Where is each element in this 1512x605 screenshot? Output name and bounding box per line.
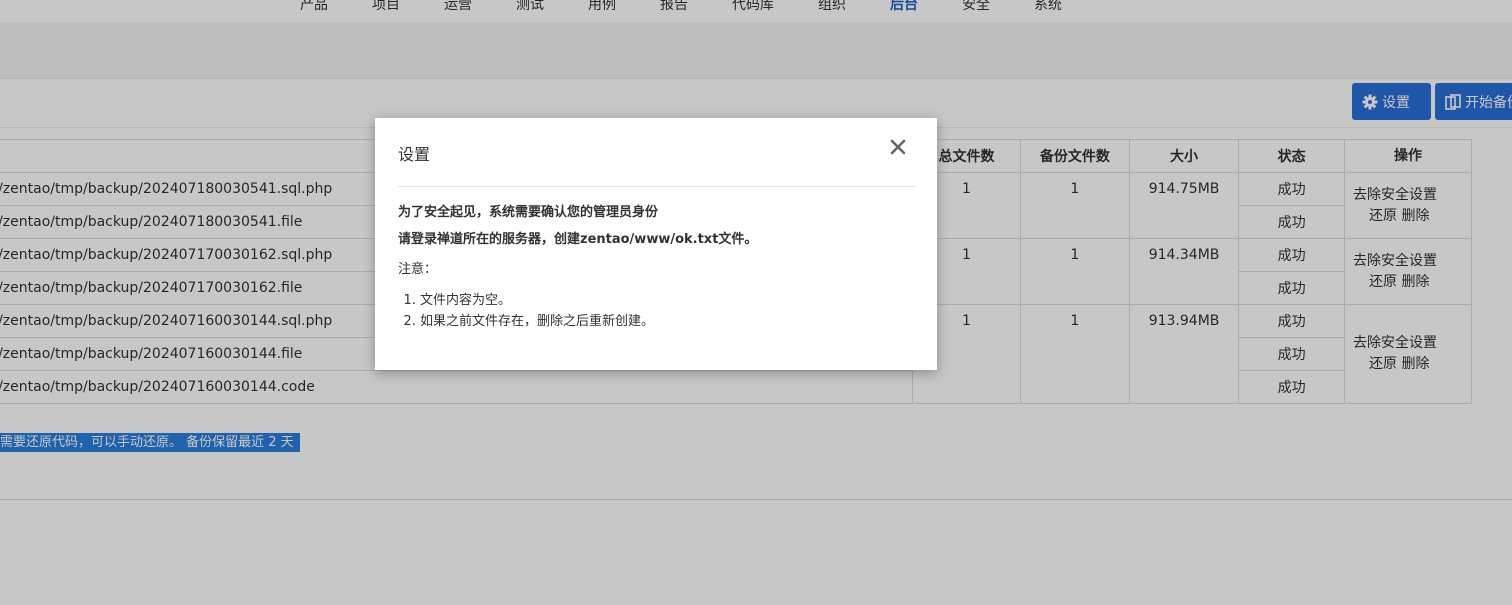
note-label: 注意：: [398, 262, 438, 277]
list-item: 如果之前文件存在，删除之后重新创建。: [420, 311, 918, 332]
tips-list: 文件内容为空。 如果之前文件存在，删除之后重新创建。: [398, 290, 918, 332]
modal-body: 为了安全起见，系统需要确认您的管理员身份 请登录禅道所在的服务器，创建zenta…: [398, 204, 918, 332]
settings-modal: 设置 为了安全起见，系统需要确认您的管理员身份 请登录禅道所在的服务器，创建ze…: [375, 118, 937, 370]
instruction-message: 请登录禅道所在的服务器，创建zentao/www/ok.txt文件。: [398, 232, 758, 247]
list-item: 文件内容为空。: [420, 290, 918, 311]
security-message: 为了安全起见，系统需要确认您的管理员身份: [398, 205, 659, 220]
modal-header: 设置: [398, 118, 916, 187]
close-icon: [890, 139, 906, 155]
modal-title: 设置: [398, 145, 431, 164]
close-button[interactable]: [883, 132, 913, 162]
